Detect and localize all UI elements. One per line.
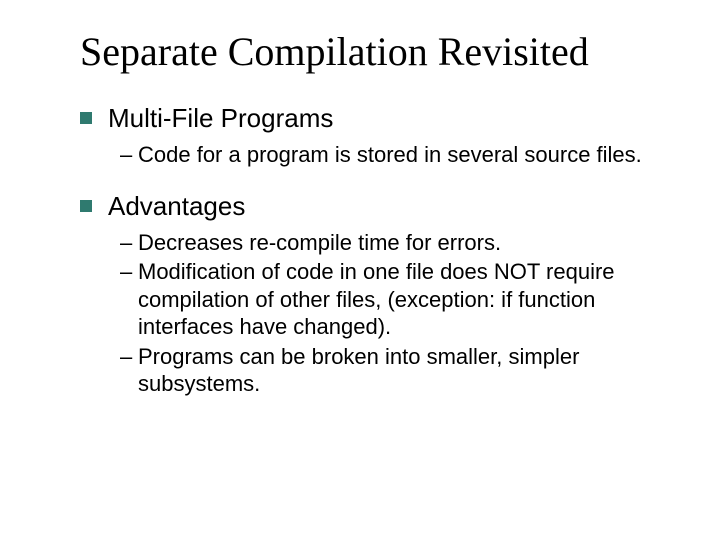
list-item: Code for a program is stored in several …	[120, 141, 660, 169]
list-item: Decreases re-compile time for errors.	[120, 229, 660, 257]
section-multi-file: Multi-File Programs Code for a program i…	[80, 102, 660, 168]
section-heading-row: Multi-File Programs	[80, 102, 660, 135]
section-advantages: Advantages Decreases re-compile time for…	[80, 190, 660, 398]
section-heading-row: Advantages	[80, 190, 660, 223]
slide-title: Separate Compilation Revisited	[80, 30, 660, 74]
sub-list: Decreases re-compile time for errors. Mo…	[80, 229, 660, 398]
square-bullet-icon	[80, 200, 92, 212]
sub-list: Code for a program is stored in several …	[80, 141, 660, 169]
slide: Separate Compilation Revisited Multi-Fil…	[0, 0, 720, 540]
section-heading: Advantages	[108, 190, 245, 223]
section-heading: Multi-File Programs	[108, 102, 333, 135]
list-item: Modification of code in one file does NO…	[120, 258, 660, 341]
list-item: Programs can be broken into smaller, sim…	[120, 343, 660, 398]
square-bullet-icon	[80, 112, 92, 124]
